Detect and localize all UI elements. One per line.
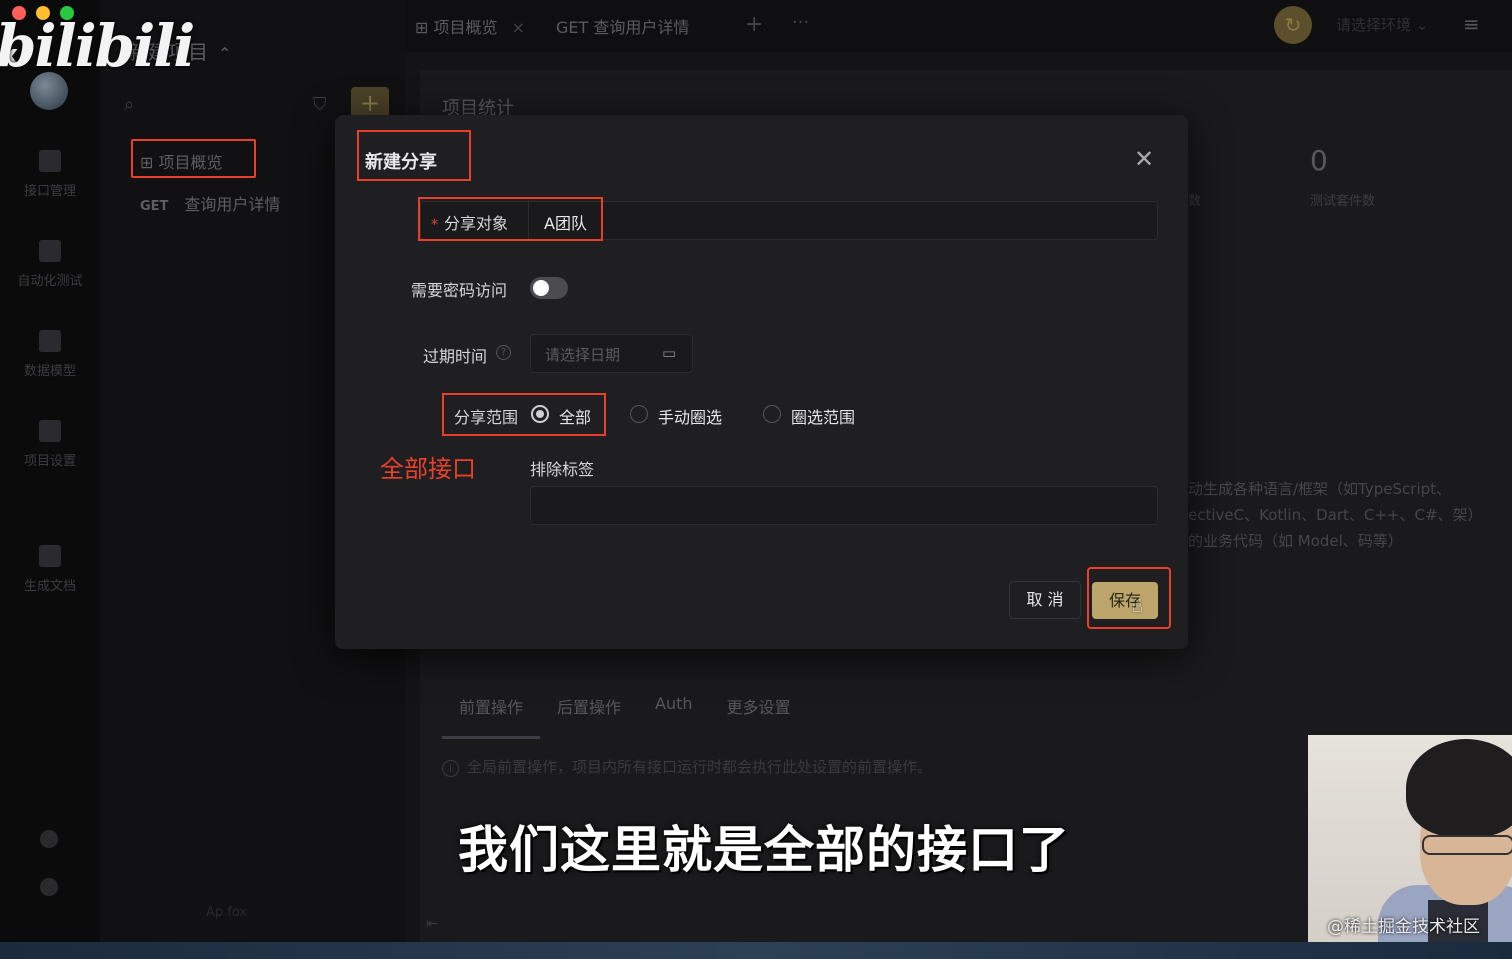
radio-range[interactable] [763, 405, 781, 423]
grid-icon: ⊞ [415, 18, 434, 37]
settings-icon [39, 420, 61, 442]
stat-value: 0 [1310, 144, 1328, 177]
tab-label: 项目概览 [433, 18, 498, 37]
pre-actions-note: i 全局前置操作，项目内所有接口运行时都会执行此处设置的前置操作。 [442, 756, 932, 777]
close-icon[interactable]: × [512, 18, 525, 37]
filter-icon[interactable]: ⛉ [313, 94, 327, 115]
tab-bar: ⊞ 项目概览 × GET 查询用户详情 + ··· ↻ 请选择环境 ⌄ ≡ [405, 0, 1512, 52]
radio-manual[interactable] [630, 405, 648, 423]
rail-item-label: 数据模型 [23, 364, 76, 379]
help-icon[interactable]: ? [496, 345, 511, 360]
rail-item-doc[interactable]: 生成文档 [0, 545, 100, 594]
tab-pre-actions[interactable]: 前置操作 [442, 692, 541, 739]
rail-item-automation[interactable]: 自动化测试 [0, 240, 100, 289]
info-icon: i [442, 760, 459, 777]
password-label: 需要密码访问 [411, 281, 508, 300]
left-rail: 接口管理 自动化测试 数据模型 项目设置 生成文档 [0, 0, 100, 959]
collapse-icon[interactable]: ⇤ [426, 916, 438, 932]
search-icon[interactable]: ⌕ [124, 94, 134, 115]
annotation-text: 全部接口 [380, 455, 476, 483]
video-subtitle: 我们这里就是全部的接口了 [458, 821, 1070, 879]
presenter-glasses [1422, 835, 1512, 855]
annotation-box-share-target [418, 197, 603, 241]
close-window-button[interactable] [12, 6, 26, 20]
note-text: 全局前置操作，项目内所有接口运行时都会执行此处设置的前置操作。 [467, 758, 933, 776]
cancel-button[interactable]: 取 消 [1009, 581, 1081, 619]
rail-item-label: 接口管理 [23, 184, 76, 199]
app-window: 接口管理 自动化测试 数据模型 项目设置 生成文档 x bilibili 新建项… [0, 0, 1512, 959]
zoom-window-button[interactable] [60, 6, 74, 20]
more-tabs-button[interactable]: ··· [792, 12, 809, 33]
codegen-description: 动生成各种语言/框架（如TypeScript、ectiveC、Kotlin、Da… [1188, 480, 1483, 550]
annotation-box-range [442, 393, 606, 436]
rail-item-settings[interactable]: 项目设置 [0, 420, 100, 469]
window-controls [12, 6, 74, 20]
calendar-icon[interactable]: ▭ [662, 344, 676, 362]
gear-icon[interactable] [40, 878, 58, 896]
rail-item-label: 自动化测试 [17, 274, 83, 289]
exclude-tags-input[interactable] [530, 486, 1158, 525]
env-select[interactable]: 请选择环境 ⌄ [1336, 14, 1428, 35]
bell-icon[interactable] [40, 830, 58, 848]
tab-user-detail[interactable]: GET 查询用户详情 [556, 14, 689, 38]
data-model-icon [39, 330, 61, 352]
desktop-strip [0, 942, 1512, 959]
tab-more-settings[interactable]: 更多设置 [710, 692, 808, 739]
watermark: @稀土掘金技术社区 [1327, 917, 1480, 937]
hand-cursor-icon: ☝ [1132, 596, 1143, 617]
tab-overview[interactable]: ⊞ 项目概览 × [415, 14, 525, 38]
password-toggle[interactable] [530, 277, 568, 299]
stat-label: 测试套件数 [1310, 194, 1376, 209]
tab-label: GET 查询用户详情 [556, 18, 690, 37]
automation-icon [39, 240, 61, 262]
api-icon [39, 150, 61, 172]
rail-item-data-model[interactable]: 数据模型 [0, 330, 100, 379]
sync-icon[interactable]: ↻ [1274, 6, 1312, 44]
env-select-value: 请选择环境 [1336, 16, 1412, 34]
chevron-down-icon: ⌄ [1415, 16, 1429, 34]
radio-label-range[interactable]: 圈选范围 [791, 404, 855, 428]
new-tab-button[interactable]: + [745, 12, 763, 37]
sidebar-item-label: 查询用户详情 [184, 195, 281, 214]
exclude-tags-label: 排除标签 [530, 460, 595, 479]
toggle-knob [533, 280, 549, 296]
close-icon[interactable]: ✕ [1134, 145, 1154, 173]
method-badge: GET [140, 199, 169, 214]
annotation-box-overview [131, 139, 256, 178]
expire-label: 过期时间 [423, 347, 488, 366]
tab-auth[interactable]: Auth [638, 692, 710, 739]
date-placeholder: 请选择日期 [545, 346, 621, 364]
stat-label-partial: 数 [1188, 194, 1202, 209]
sidebar-item-user-detail[interactable]: GET 查询用户详情 [140, 191, 280, 215]
annotation-box-save [1087, 567, 1171, 629]
bilibili-logo: bilibili [0, 12, 195, 80]
minimize-window-button[interactable] [36, 6, 50, 20]
rail-item-label: 生成文档 [23, 579, 76, 594]
new-share-dialog: 新建分享 ✕ * 分享对象 A团队 需要密码访问 过期时间 ? 请选择日期 ▭ 分… [335, 115, 1188, 649]
menu-icon[interactable]: ≡ [1463, 12, 1480, 36]
annotation-box-title [357, 130, 471, 181]
sidebar-footer: Ap fox [206, 905, 248, 920]
rail-item-label: 项目设置 [23, 454, 76, 469]
tab-post-actions[interactable]: 后置操作 [540, 692, 638, 739]
radio-label-manual[interactable]: 手动圈选 [658, 404, 722, 428]
rail-item-api[interactable]: 接口管理 [0, 150, 100, 199]
chevron-updown-icon: ⌃ [218, 44, 232, 63]
presenter-hair [1406, 739, 1512, 837]
settings-tabs: 前置操作 后置操作 Auth 更多设置 [442, 692, 808, 739]
doc-icon [39, 545, 61, 567]
